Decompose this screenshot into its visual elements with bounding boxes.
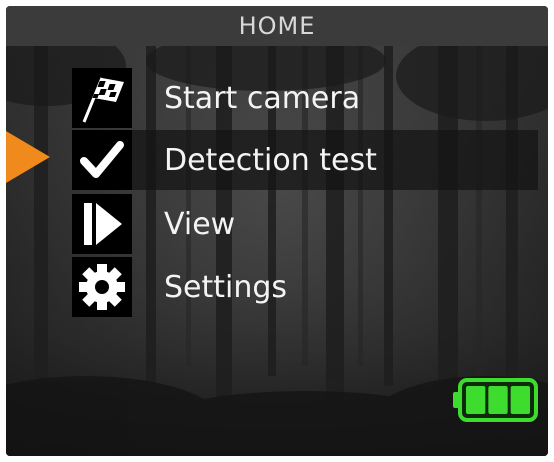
menu-label-detection-test: Detection test [164,142,377,178]
selection-pointer-icon [6,131,50,183]
checkered-flag-icon [72,68,132,128]
battery-icon [453,378,538,422]
menu-item-settings[interactable]: Settings [72,257,538,317]
screen-title: HOME [238,12,316,40]
gear-icon [72,257,132,317]
menu-item-start-camera[interactable]: Start camera [72,68,538,128]
menu-item-detection-test[interactable]: Detection test [72,130,538,190]
menu-label-settings: Settings [164,269,288,305]
battery-indicator [452,378,538,426]
battery-bar [466,386,486,414]
menu-label-start-camera: Start camera [164,80,361,116]
play-icon [72,194,132,254]
menu-item-view[interactable]: View [72,194,538,254]
checkmark-icon [72,130,132,190]
device-screen: HOME Start camera Detection test View Se… [6,6,548,456]
battery-bar [510,386,530,414]
battery-bar [488,386,508,414]
menu-label-view: View [164,206,236,242]
screen-header: HOME [6,6,548,46]
